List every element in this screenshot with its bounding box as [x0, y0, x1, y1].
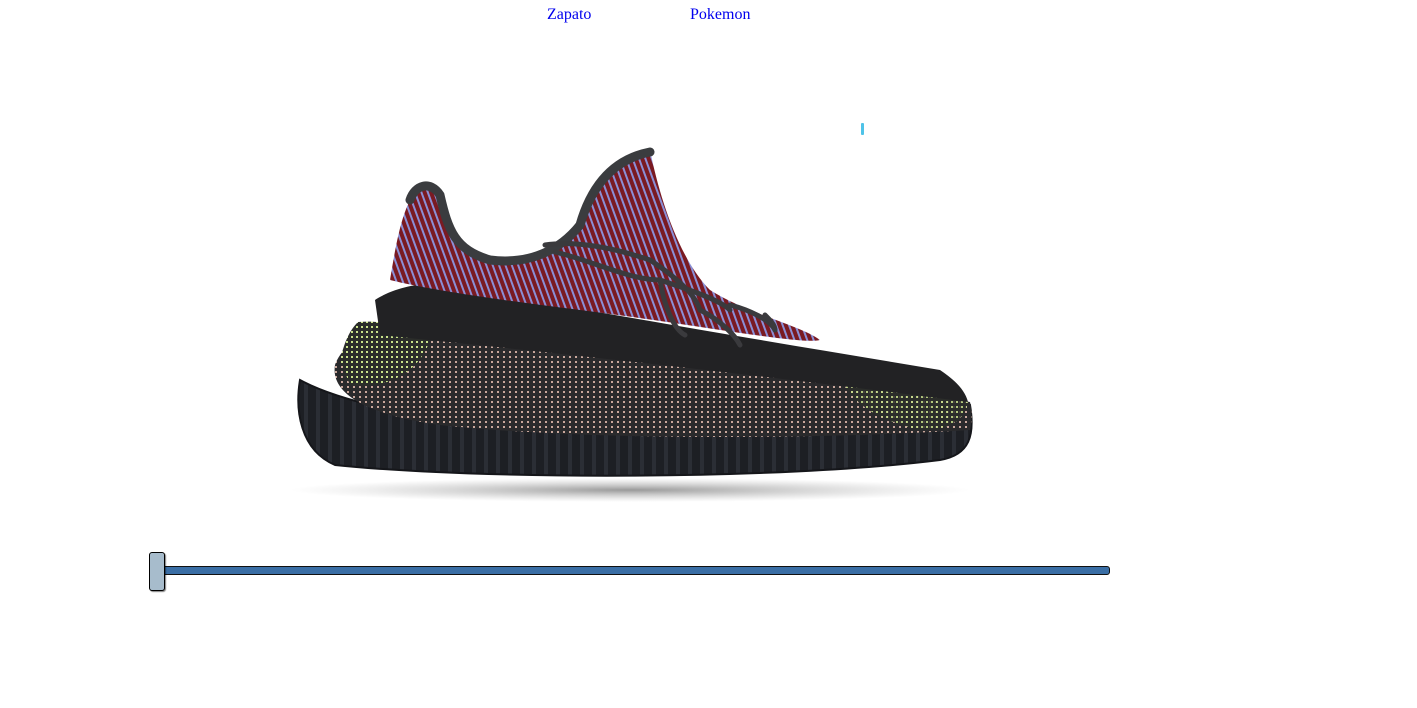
cursor-indicator — [861, 123, 864, 135]
sneaker-image — [290, 147, 973, 502]
rotation-slider[interactable] — [148, 552, 1112, 592]
model-viewer[interactable] — [280, 140, 990, 510]
slider-track[interactable] — [156, 566, 1110, 575]
nav-link-pokemon[interactable]: Pokemon — [690, 5, 750, 25]
nav-link-zapato[interactable]: Zapato — [547, 5, 591, 25]
slider-thumb[interactable] — [149, 552, 165, 591]
